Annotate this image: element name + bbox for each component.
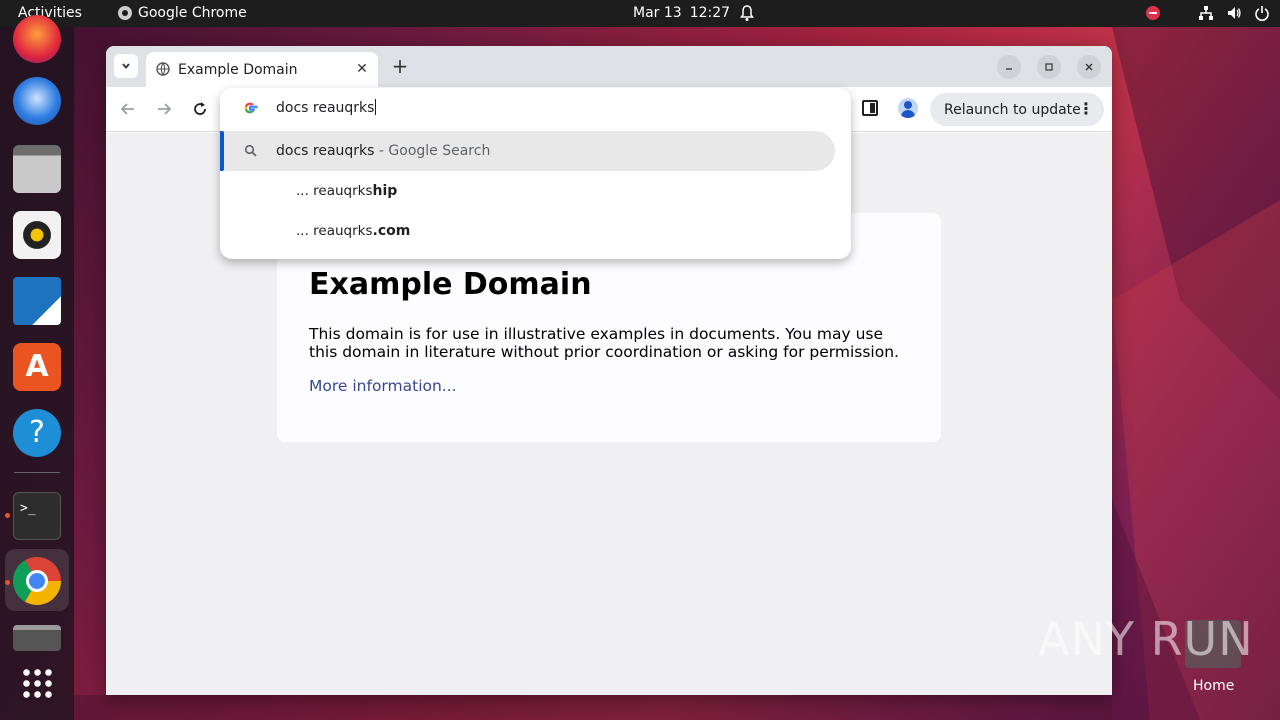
suggestion-ship[interactable]: ... reauqrkship bbox=[220, 171, 851, 211]
more-information-link[interactable]: More information... bbox=[309, 377, 457, 395]
suggestion-query: docs reauqrks bbox=[276, 143, 375, 159]
suggestion-google-search[interactable]: docs reauqrks - Google Search bbox=[220, 131, 835, 171]
volume-icon bbox=[1228, 7, 1241, 19]
page-paragraph: This domain is for use in illustrative e… bbox=[309, 325, 899, 361]
text-caret bbox=[375, 99, 377, 115]
clock[interactable]: Mar 13 12:27 bbox=[633, 5, 730, 21]
thunderbird-icon[interactable] bbox=[13, 77, 61, 125]
time: 12:27 bbox=[689, 5, 731, 21]
recording-stop-icon[interactable] bbox=[1146, 6, 1160, 20]
trash-icon[interactable] bbox=[13, 625, 61, 651]
suggestion-suffix: .com bbox=[372, 223, 411, 239]
suggestion-prefix: ... reauqrks bbox=[296, 223, 373, 239]
minimize-button[interactable] bbox=[997, 55, 1021, 79]
firefox-icon[interactable] bbox=[13, 15, 61, 63]
forward-arrow-icon[interactable] bbox=[154, 99, 174, 119]
suggestion-prefix: ... reauqrks bbox=[296, 183, 373, 199]
bell-icon[interactable] bbox=[739, 4, 755, 22]
relaunch-to-update-button[interactable]: Relaunch to update ⋮ bbox=[930, 93, 1104, 126]
app-name: Google Chrome bbox=[138, 5, 247, 21]
app-menu[interactable]: Google Chrome bbox=[118, 5, 247, 21]
app-center-icon[interactable]: A bbox=[13, 343, 61, 391]
suggestion-source: - Google Search bbox=[374, 143, 491, 159]
suggestion-text: docs reauqrks - Google Search bbox=[276, 143, 490, 159]
dock: A ? >_ bbox=[0, 15, 74, 720]
more-menu-icon[interactable]: ⋮ bbox=[1078, 101, 1094, 117]
minimize-icon bbox=[1006, 68, 1012, 70]
close-icon bbox=[1085, 63, 1093, 71]
home-folder-label: Home bbox=[1193, 678, 1235, 694]
running-indicator bbox=[5, 580, 10, 585]
omnibox-dropdown: docs reauqrks docs reauqrks - Google Sea… bbox=[220, 88, 851, 259]
side-panel-icon[interactable] bbox=[862, 100, 878, 116]
omnibox-input-value: docs reauqrks bbox=[276, 100, 375, 116]
top-bar: Activities Google Chrome Mar 13 12:27 bbox=[0, 0, 1280, 27]
reload-icon[interactable] bbox=[190, 99, 210, 119]
system-tray[interactable] bbox=[1146, 5, 1270, 21]
dock-separator bbox=[14, 472, 60, 473]
terminal-icon[interactable]: >_ bbox=[13, 492, 61, 540]
google-g-icon bbox=[244, 102, 258, 114]
tab-example-domain[interactable]: Example Domain ✕ bbox=[146, 52, 378, 87]
chevron-down-icon bbox=[122, 63, 130, 69]
chrome-icon[interactable] bbox=[13, 557, 61, 605]
suggestion-com[interactable]: ... reauqrks.com bbox=[220, 211, 851, 251]
files-icon[interactable] bbox=[13, 145, 61, 193]
new-tab-button[interactable]: + bbox=[389, 55, 411, 77]
rhythmbox-icon[interactable] bbox=[13, 211, 61, 259]
suggestion-suffix: hip bbox=[372, 183, 398, 199]
search-icon bbox=[244, 144, 257, 157]
writer-icon[interactable] bbox=[13, 277, 61, 325]
globe-icon bbox=[156, 62, 170, 76]
close-icon[interactable]: ✕ bbox=[354, 61, 370, 77]
network-icon bbox=[1199, 6, 1213, 20]
page-heading: Example Domain bbox=[309, 267, 592, 302]
maximize-button[interactable] bbox=[1037, 55, 1061, 79]
relaunch-label: Relaunch to update bbox=[944, 101, 1081, 118]
tab-strip: Example Domain ✕ + bbox=[106, 46, 1112, 87]
profile-avatar-icon[interactable] bbox=[898, 98, 918, 118]
suggestion-text: ... reauqrkship bbox=[296, 183, 397, 199]
help-icon[interactable]: ? bbox=[13, 409, 61, 457]
power-icon bbox=[1255, 6, 1269, 21]
suggestion-text: ... reauqrks.com bbox=[296, 223, 410, 239]
back-arrow-icon[interactable] bbox=[118, 99, 138, 119]
date: Mar 13 bbox=[633, 5, 682, 21]
chrome-small-icon bbox=[118, 6, 132, 20]
running-indicator bbox=[5, 513, 10, 518]
show-apps-icon[interactable] bbox=[21, 667, 53, 699]
tab-search-button[interactable] bbox=[114, 54, 138, 78]
anyrun-watermark: ANY RUN bbox=[1038, 612, 1254, 666]
tab-title: Example Domain bbox=[178, 62, 298, 78]
close-window-button[interactable] bbox=[1077, 55, 1101, 79]
maximize-icon bbox=[1045, 63, 1053, 71]
omnibox-input[interactable]: docs reauqrks bbox=[276, 99, 377, 116]
